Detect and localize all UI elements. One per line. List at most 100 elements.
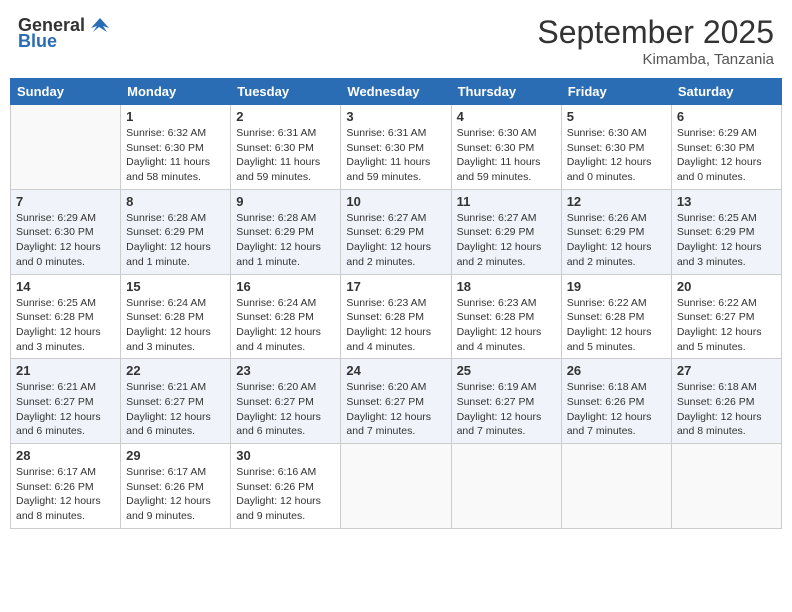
calendar-cell: 10Sunrise: 6:27 AM Sunset: 6:29 PM Dayli… (341, 189, 451, 274)
day-info: Sunrise: 6:25 AM Sunset: 6:28 PM Dayligh… (16, 296, 115, 355)
calendar-week-row: 14 Sunrise: 6:25 AM Sunset: 6:28 PM Dayli… (11, 274, 782, 359)
calendar-cell (11, 105, 121, 190)
calendar-cell: 11 Sunrise: 6:27 AM Sunset: 6:29 PM Dayli… (451, 189, 561, 274)
day-number: 9 (236, 194, 335, 209)
day-info: Sunrise: 6:21 AM Sunset: 6:27 PM Dayligh… (16, 380, 115, 439)
calendar-cell: 17 Sunrise: 6:23 AM Sunset: 6:28 PM Dayli… (341, 274, 451, 359)
weekday-header: Thursday (451, 79, 561, 105)
calendar-cell: 12Sunrise: 6:26 AM Sunset: 6:29 PM Dayli… (561, 189, 671, 274)
day-number: 12 (567, 194, 666, 209)
calendar-cell: 30 Sunrise: 6:16 AM Sunset: 6:26 PM Dayli… (231, 444, 341, 529)
calendar-cell (451, 444, 561, 529)
calendar-week-row: 28 Sunrise: 6:17 AM Sunset: 6:26 PM Dayli… (11, 444, 782, 529)
calendar-cell (341, 444, 451, 529)
day-info: Sunrise: 6:18 AM Sunset: 6:26 PM Dayligh… (677, 380, 776, 439)
day-number: 13 (677, 194, 776, 209)
day-info: Sunrise: 6:19 AM Sunset: 6:27 PM Dayligh… (457, 380, 556, 439)
day-info: Sunrise: 6:31 AM Sunset: 6:30 PM Dayligh… (236, 126, 335, 185)
day-info: Sunrise: 6:24 AM Sunset: 6:28 PM Dayligh… (236, 296, 335, 355)
calendar-cell: 19Sunrise: 6:22 AM Sunset: 6:28 PM Dayli… (561, 274, 671, 359)
calendar-header-row: SundayMondayTuesdayWednesdayThursdayFrid… (11, 79, 782, 105)
day-number: 27 (677, 363, 776, 378)
day-info: Sunrise: 6:28 AM Sunset: 6:29 PM Dayligh… (126, 211, 225, 270)
day-info: Sunrise: 6:24 AM Sunset: 6:28 PM Dayligh… (126, 296, 225, 355)
calendar-cell: 27 Sunrise: 6:18 AM Sunset: 6:26 PM Dayli… (671, 359, 781, 444)
calendar-cell: 29 Sunrise: 6:17 AM Sunset: 6:26 PM Dayli… (121, 444, 231, 529)
calendar-cell: 16 Sunrise: 6:24 AM Sunset: 6:28 PM Dayli… (231, 274, 341, 359)
day-number: 26 (567, 363, 666, 378)
day-info: Sunrise: 6:31 AM Sunset: 6:30 PM Dayligh… (346, 126, 445, 185)
day-info: Sunrise: 6:17 AM Sunset: 6:26 PM Dayligh… (16, 465, 115, 524)
day-number: 14 (16, 279, 115, 294)
day-number: 3 (346, 109, 445, 124)
day-number: 4 (457, 109, 556, 124)
day-info: Sunrise: 6:27 AM Sunset: 6:29 PM Dayligh… (346, 211, 445, 270)
day-number: 15 (126, 279, 225, 294)
weekday-header: Sunday (11, 79, 121, 105)
day-number: 23 (236, 363, 335, 378)
calendar-cell: 3 Sunrise: 6:31 AM Sunset: 6:30 PM Daylig… (341, 105, 451, 190)
day-info: Sunrise: 6:30 AM Sunset: 6:30 PM Dayligh… (567, 126, 666, 185)
day-number: 30 (236, 448, 335, 463)
weekday-header: Saturday (671, 79, 781, 105)
day-info: Sunrise: 6:23 AM Sunset: 6:28 PM Dayligh… (457, 296, 556, 355)
calendar-cell: 21 Sunrise: 6:21 AM Sunset: 6:27 PM Dayli… (11, 359, 121, 444)
calendar-week-row: 21 Sunrise: 6:21 AM Sunset: 6:27 PM Dayli… (11, 359, 782, 444)
day-number: 21 (16, 363, 115, 378)
weekday-header: Monday (121, 79, 231, 105)
calendar-cell: 28 Sunrise: 6:17 AM Sunset: 6:26 PM Dayli… (11, 444, 121, 529)
day-info: Sunrise: 6:17 AM Sunset: 6:26 PM Dayligh… (126, 465, 225, 524)
day-number: 6 (677, 109, 776, 124)
day-info: Sunrise: 6:20 AM Sunset: 6:27 PM Dayligh… (346, 380, 445, 439)
day-number: 17 (346, 279, 445, 294)
calendar-cell: 5Sunrise: 6:30 AM Sunset: 6:30 PM Daylig… (561, 105, 671, 190)
day-info: Sunrise: 6:32 AM Sunset: 6:30 PM Dayligh… (126, 126, 225, 185)
page-header: General Blue September 2025 Kimamba, Tan… (10, 10, 782, 72)
calendar-cell: 20 Sunrise: 6:22 AM Sunset: 6:27 PM Dayli… (671, 274, 781, 359)
day-info: Sunrise: 6:29 AM Sunset: 6:30 PM Dayligh… (16, 211, 115, 270)
day-number: 28 (16, 448, 115, 463)
day-info: Sunrise: 6:18 AM Sunset: 6:26 PM Dayligh… (567, 380, 666, 439)
weekday-header: Wednesday (341, 79, 451, 105)
day-number: 2 (236, 109, 335, 124)
month-title: September 2025 (537, 14, 774, 51)
calendar-cell: 14 Sunrise: 6:25 AM Sunset: 6:28 PM Dayli… (11, 274, 121, 359)
calendar-cell: 8 Sunrise: 6:28 AM Sunset: 6:29 PM Daylig… (121, 189, 231, 274)
calendar-table: SundayMondayTuesdayWednesdayThursdayFrid… (10, 78, 782, 529)
day-number: 8 (126, 194, 225, 209)
weekday-header: Friday (561, 79, 671, 105)
calendar-cell: 2 Sunrise: 6:31 AM Sunset: 6:30 PM Daylig… (231, 105, 341, 190)
calendar-cell: 1Sunrise: 6:32 AM Sunset: 6:30 PM Daylig… (121, 105, 231, 190)
logo: General Blue (18, 14, 111, 50)
day-number: 7 (16, 194, 115, 209)
day-number: 22 (126, 363, 225, 378)
calendar-week-row: 7 Sunrise: 6:29 AM Sunset: 6:30 PM Daylig… (11, 189, 782, 274)
weekday-header: Tuesday (231, 79, 341, 105)
day-info: Sunrise: 6:27 AM Sunset: 6:29 PM Dayligh… (457, 211, 556, 270)
day-info: Sunrise: 6:29 AM Sunset: 6:30 PM Dayligh… (677, 126, 776, 185)
day-number: 19 (567, 279, 666, 294)
calendar-week-row: 1Sunrise: 6:32 AM Sunset: 6:30 PM Daylig… (11, 105, 782, 190)
day-info: Sunrise: 6:30 AM Sunset: 6:30 PM Dayligh… (457, 126, 556, 185)
location: Kimamba, Tanzania (537, 51, 774, 68)
day-number: 25 (457, 363, 556, 378)
calendar-cell: 4 Sunrise: 6:30 AM Sunset: 6:30 PM Daylig… (451, 105, 561, 190)
calendar-cell: 18 Sunrise: 6:23 AM Sunset: 6:28 PM Dayli… (451, 274, 561, 359)
day-number: 16 (236, 279, 335, 294)
day-info: Sunrise: 6:16 AM Sunset: 6:26 PM Dayligh… (236, 465, 335, 524)
calendar-cell: 22 Sunrise: 6:21 AM Sunset: 6:27 PM Dayli… (121, 359, 231, 444)
calendar-cell: 13 Sunrise: 6:25 AM Sunset: 6:29 PM Dayli… (671, 189, 781, 274)
logo-blue-text: Blue (18, 32, 57, 50)
day-info: Sunrise: 6:23 AM Sunset: 6:28 PM Dayligh… (346, 296, 445, 355)
calendar-cell: 24 Sunrise: 6:20 AM Sunset: 6:27 PM Dayli… (341, 359, 451, 444)
day-info: Sunrise: 6:22 AM Sunset: 6:27 PM Dayligh… (677, 296, 776, 355)
day-number: 20 (677, 279, 776, 294)
calendar-cell: 9Sunrise: 6:28 AM Sunset: 6:29 PM Daylig… (231, 189, 341, 274)
title-block: September 2025 Kimamba, Tanzania (537, 14, 774, 68)
day-number: 11 (457, 194, 556, 209)
day-info: Sunrise: 6:25 AM Sunset: 6:29 PM Dayligh… (677, 211, 776, 270)
day-number: 24 (346, 363, 445, 378)
day-number: 18 (457, 279, 556, 294)
day-info: Sunrise: 6:21 AM Sunset: 6:27 PM Dayligh… (126, 380, 225, 439)
day-number: 29 (126, 448, 225, 463)
